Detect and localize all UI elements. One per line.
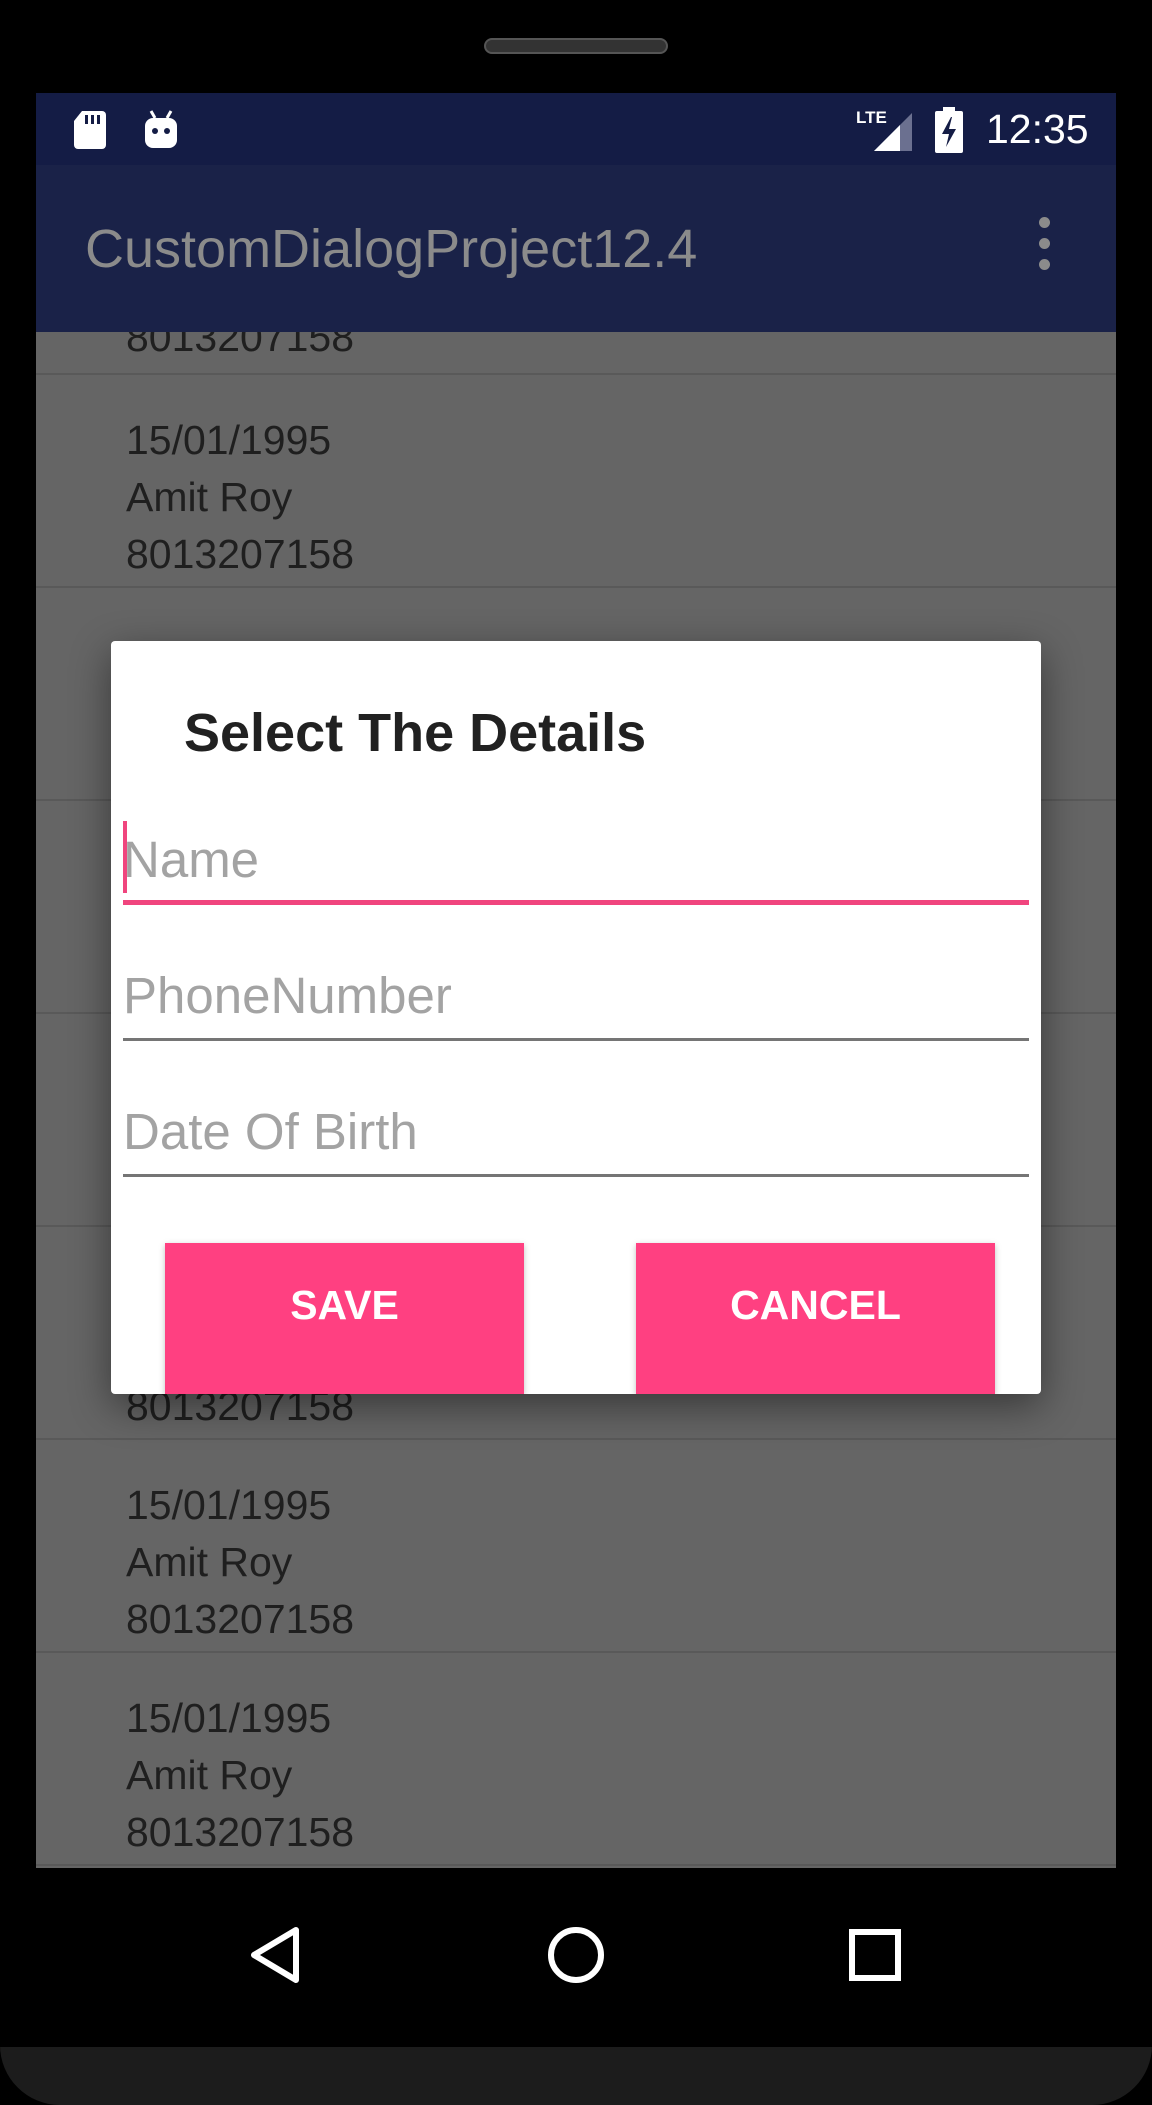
- phone-number-input[interactable]: [123, 955, 1029, 1035]
- lte-label: LTE: [856, 108, 887, 127]
- cancel-button[interactable]: CANCEL: [636, 1243, 995, 1394]
- phone-underline: [123, 1038, 1029, 1041]
- dob-field: [123, 1091, 1029, 1177]
- list-item-name: Amit Roy: [126, 1752, 293, 1798]
- android-debug-icon: [145, 110, 177, 148]
- lte-signal-icon: LTE: [856, 105, 912, 155]
- app-title: CustomDialogProject12.4: [85, 219, 698, 279]
- list-item-dob: 15/01/1995: [126, 417, 332, 463]
- device-chin: [0, 2047, 1152, 2105]
- dialog-title: Select The Details: [184, 703, 647, 763]
- name-underline: [123, 900, 1029, 905]
- recent-apps-icon[interactable]: [830, 1910, 920, 2000]
- list-item-dob: 15/01/1995: [126, 1695, 332, 1741]
- status-bar: LTE 12:35: [36, 93, 1116, 165]
- earpiece-speaker: [484, 38, 668, 54]
- list-item-name: Amit Roy: [126, 1539, 293, 1585]
- battery-charging-icon: [935, 107, 963, 153]
- screen: LTE 12:35 CustomDialogProject12.4 801320…: [36, 93, 1116, 1868]
- phone-field: [123, 955, 1029, 1041]
- list-item-phone: 8013207158: [126, 332, 355, 360]
- list-item[interactable]: 15/01/1995 Amit Roy 8013207158: [36, 1440, 1116, 1653]
- home-icon[interactable]: [531, 1910, 621, 2000]
- sd-card-icon: [74, 111, 106, 149]
- date-of-birth-input[interactable]: [123, 1091, 1029, 1171]
- list-item-phone: 8013207158: [126, 1809, 355, 1855]
- list-item-phone: 8013207158: [126, 1596, 355, 1642]
- list-item[interactable]: 8013207158: [36, 332, 1116, 375]
- status-clock: 12:35: [986, 106, 1089, 152]
- name-input[interactable]: [123, 819, 1029, 899]
- dob-underline: [123, 1174, 1029, 1177]
- list-item[interactable]: 15/01/1995 Amit Roy 8013207158: [36, 375, 1116, 588]
- details-dialog: Select The Details SAVE CANCEL: [111, 641, 1041, 1394]
- save-button[interactable]: SAVE: [165, 1243, 524, 1394]
- back-icon[interactable]: [232, 1910, 322, 2000]
- navigation-bar: [0, 1868, 1152, 2047]
- app-bar: CustomDialogProject12.4: [36, 165, 1116, 332]
- list-item-dob: 15/01/1995: [126, 1482, 332, 1528]
- list-item[interactable]: 15/01/1995 Amit Roy 8013207158: [36, 1653, 1116, 1866]
- device-frame: LTE 12:35 CustomDialogProject12.4 801320…: [0, 0, 1152, 2105]
- name-field: [123, 819, 1029, 905]
- list-item-phone: 8013207158: [126, 531, 355, 577]
- overflow-menu-icon[interactable]: [1032, 217, 1056, 277]
- text-cursor: [123, 821, 127, 893]
- list-item-name: Amit Roy: [126, 474, 293, 520]
